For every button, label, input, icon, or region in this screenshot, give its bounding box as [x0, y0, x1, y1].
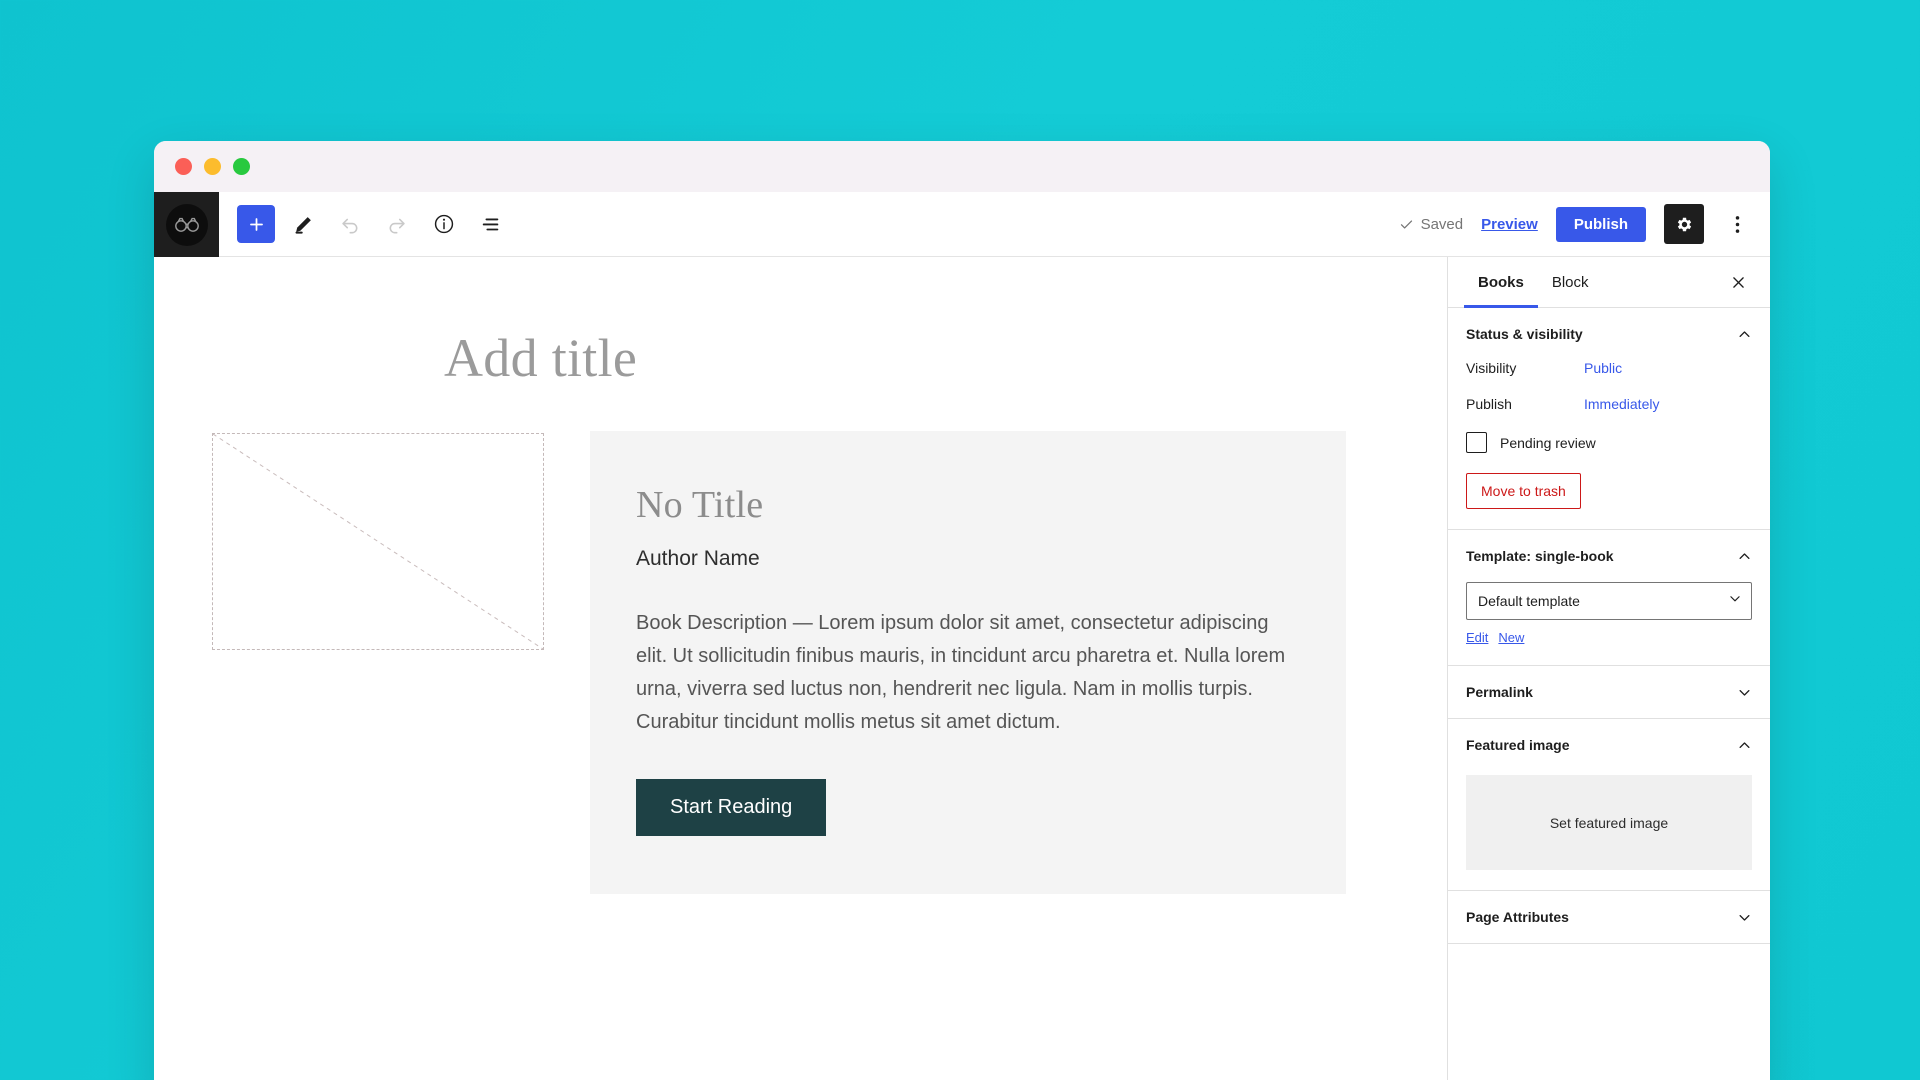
settings-gear-button[interactable]	[1664, 204, 1704, 244]
editor-toolbar: Saved Preview Publish	[154, 192, 1770, 257]
editor-body: Add title No Title Author Name Book Desc…	[154, 257, 1770, 1080]
binoculars-icon	[165, 203, 208, 246]
book-card-block[interactable]: No Title Author Name Book Description — …	[590, 431, 1346, 894]
browser-window: Saved Preview Publish Add title No Title…	[154, 141, 1770, 1080]
panel-featured-image-header[interactable]: Featured image	[1466, 719, 1752, 771]
window-titlebar	[154, 141, 1770, 192]
panel-permalink: Permalink	[1448, 666, 1770, 719]
details-info-button[interactable]	[425, 205, 463, 243]
pending-review-checkbox[interactable]	[1466, 432, 1487, 453]
gear-icon	[1677, 217, 1691, 231]
chevron-down-icon	[1737, 685, 1752, 700]
tab-block[interactable]: Block	[1538, 257, 1603, 308]
window-maximize-button[interactable]	[233, 158, 250, 175]
template-select-wrapper: Default template	[1466, 582, 1752, 620]
panel-template-body: Default template Edit New	[1466, 582, 1752, 665]
window-minimize-button[interactable]	[204, 158, 221, 175]
editor-canvas: Add title No Title Author Name Book Desc…	[154, 257, 1447, 1080]
panel-page-attributes-header[interactable]: Page Attributes	[1466, 891, 1752, 943]
sidebar-tabs: Books Block	[1448, 257, 1770, 308]
tools-pencil-button[interactable]	[284, 205, 322, 243]
saved-label: Saved	[1420, 215, 1464, 233]
close-icon	[1732, 276, 1744, 288]
publish-row: Publish Immediately	[1466, 396, 1752, 412]
check-icon	[1400, 219, 1412, 229]
panel-status-visibility: Status & visibility Visibility Public Pu…	[1448, 308, 1770, 530]
move-to-trash-button[interactable]: Move to trash	[1466, 473, 1581, 509]
redo-button[interactable]	[378, 205, 416, 243]
undo-button[interactable]	[331, 205, 369, 243]
panel-featured-image: Featured image Set featured image	[1448, 719, 1770, 891]
visibility-value-button[interactable]: Public	[1584, 360, 1622, 376]
saved-status[interactable]: Saved	[1399, 215, 1464, 233]
template-select[interactable]: Default template	[1466, 582, 1752, 620]
pending-review-label: Pending review	[1500, 434, 1596, 451]
kebab-menu-icon	[1735, 215, 1739, 233]
post-title-input[interactable]: Add title	[154, 257, 1447, 389]
toolbar-tools-group	[219, 192, 510, 256]
content-blocks: No Title Author Name Book Description — …	[154, 389, 1447, 894]
chevron-up-icon	[1737, 738, 1752, 753]
panel-featured-image-body: Set featured image	[1466, 775, 1752, 890]
close-sidebar-button[interactable]	[1722, 266, 1754, 298]
panel-status-title: Status & visibility	[1466, 326, 1583, 342]
panel-page-attributes-title: Page Attributes	[1466, 909, 1569, 925]
publish-button[interactable]: Publish	[1555, 206, 1646, 242]
pending-review-row[interactable]: Pending review	[1466, 432, 1752, 453]
visibility-label: Visibility	[1466, 360, 1517, 376]
panel-template-header[interactable]: Template: single-book	[1466, 530, 1752, 582]
preview-button[interactable]: Preview	[1481, 216, 1538, 233]
book-author: Author Name	[636, 547, 760, 570]
publish-label: Publish	[1466, 396, 1512, 412]
panel-permalink-header[interactable]: Permalink	[1466, 666, 1752, 718]
chevron-down-icon	[1737, 910, 1752, 925]
chevron-up-icon	[1737, 327, 1752, 342]
chevron-up-icon	[1737, 549, 1752, 564]
book-title: No Title	[636, 484, 764, 526]
template-new-link[interactable]: New	[1498, 630, 1524, 645]
template-edit-link[interactable]: Edit	[1466, 630, 1488, 645]
panel-status-body: Visibility Public Publish Immediately Pe…	[1466, 360, 1752, 529]
panel-template: Template: single-book Default template E…	[1448, 530, 1770, 666]
publish-value-button[interactable]: Immediately	[1584, 396, 1659, 412]
site-logo-button[interactable]	[154, 192, 219, 257]
set-featured-image-button[interactable]: Set featured image	[1466, 775, 1752, 870]
more-options-button[interactable]	[1722, 204, 1752, 244]
settings-sidebar: Books Block Status & visibility Visibili…	[1447, 257, 1770, 1080]
list-view-button[interactable]	[472, 205, 510, 243]
panel-page-attributes: Page Attributes	[1448, 891, 1770, 944]
toolbar-actions-group: Saved Preview Publish	[1399, 192, 1770, 256]
book-description: Book Description — Lorem ipsum dolor sit…	[636, 612, 1286, 733]
template-links: Edit New	[1466, 630, 1752, 645]
tab-books[interactable]: Books	[1464, 257, 1538, 308]
panel-status-header[interactable]: Status & visibility	[1466, 308, 1752, 360]
start-reading-button[interactable]: Start Reading	[636, 779, 827, 836]
window-close-button[interactable]	[175, 158, 192, 175]
book-cover-placeholder[interactable]	[212, 433, 544, 650]
panel-template-title: Template: single-book	[1466, 548, 1614, 564]
panel-featured-image-title: Featured image	[1466, 737, 1570, 753]
visibility-row: Visibility Public	[1466, 360, 1752, 376]
panel-permalink-title: Permalink	[1466, 684, 1533, 700]
add-block-button[interactable]	[237, 205, 275, 243]
